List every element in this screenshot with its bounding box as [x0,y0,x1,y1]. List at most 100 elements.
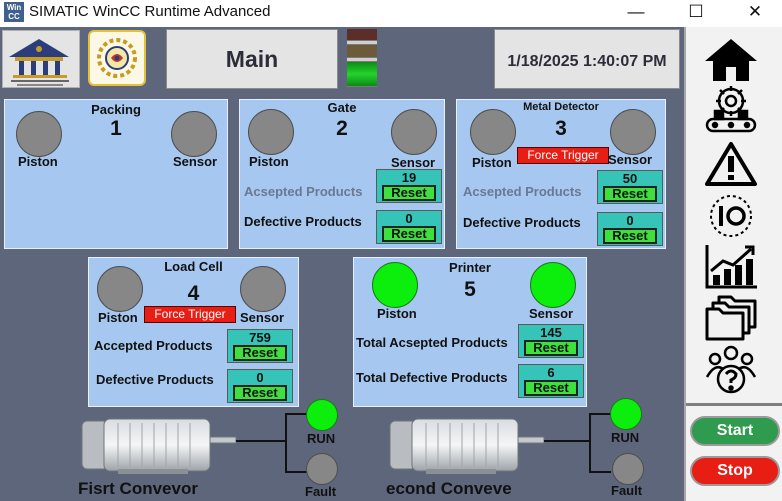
piston-indicator [97,266,143,312]
datetime-display: 1/18/2025 1:40:07 PM [507,53,667,70]
piston-label: Piston [98,310,138,325]
accepted-counter: 19 Reset [376,169,442,203]
reset-defective-button[interactable]: Reset [382,226,436,242]
wire [589,413,591,473]
start-button[interactable]: Start [690,416,780,446]
station-load-cell: Load Cell 4 Piston Force Trigger Sensor … [88,257,299,407]
piston-indicator [470,109,516,155]
sensor-label: Sensor [529,306,574,321]
wire [589,471,611,473]
department-logo [88,30,146,86]
accepted-products-label: Accepted Products [94,338,213,353]
defective-products-label: Defective Products [244,214,362,229]
station-printer: Printer 5 Piston Sensor Total Acsepted P… [353,257,587,407]
sensor-indicator [391,109,437,155]
reset-accepted-button[interactable]: Reset [603,186,657,202]
screen-title: Main [225,46,279,72]
wire [544,440,590,442]
piston-label: Piston [249,154,289,169]
defective-products-label: Defective Products [96,372,214,387]
wire [589,413,611,415]
second-conveyor-run-label: RUN [611,430,640,445]
defective-value: 6 [547,365,555,380]
sensor-label: Sensor [391,155,436,170]
reset-defective-button[interactable]: Reset [524,380,578,396]
piston-label: Piston [377,306,417,321]
first-conveyor-run-indicator [306,399,338,431]
force-trigger-button[interactable]: Force Trigger [144,306,236,323]
gear-emblem-icon [97,38,137,78]
wire [236,440,286,442]
accepted-counter: 759 Reset [227,329,293,363]
window-titlebar: Win CC SIMATIC WinCC Runtime Advanced — … [0,0,782,26]
reset-accepted-button[interactable]: Reset [382,185,436,201]
accepted-value: 50 [622,171,638,186]
piston-label: Piston [18,154,58,169]
wincc-app-icon: Win CC [4,2,24,22]
wire [285,471,307,473]
wire [285,413,287,473]
screen-title-box: Main [166,29,338,89]
reset-accepted-button[interactable]: Reset [233,345,287,361]
sensor-label: Sensor [608,152,653,167]
close-button[interactable]: ✕ [735,1,775,23]
defective-counter: 0 Reset [227,369,293,403]
accepted-value: 145 [540,325,562,340]
defective-counter: 0 Reset [597,212,663,246]
piston-indicator [16,111,62,157]
app-icon-text-2: CC [8,12,20,21]
accepted-value: 19 [401,170,417,185]
signal-tower-icon [347,29,377,87]
window-title: SIMATIC WinCC Runtime Advanced [29,3,271,20]
accepted-products-label: Acsepted Products [463,184,582,199]
defective-value: 0 [405,211,413,226]
sensor-label: Sensor [173,154,218,169]
io-icon[interactable] [700,191,762,241]
accepted-products-label: Acsepted Products [244,184,363,199]
first-conveyor-run-label: RUN [307,431,336,446]
force-trigger-button[interactable]: Force Trigger [517,147,609,164]
defective-products-label: Defective Products [463,215,581,230]
datetime-box: 1/18/2025 1:40:07 PM [494,29,680,89]
reset-defective-button[interactable]: Reset [603,228,657,244]
sensor-indicator [610,109,656,155]
second-conveyor-fault-label: Fault [611,483,643,498]
station-packing: Packing 1 Piston Sensor [4,99,228,249]
minimize-button[interactable]: — [616,1,656,23]
panel-divider [686,403,782,406]
home-icon[interactable] [700,35,762,85]
second-conveyor-motor-icon [386,415,546,475]
users-help-icon[interactable] [700,345,762,395]
accepted-value: 759 [249,330,271,345]
second-conveyor-label: econd Conveve [386,479,512,498]
hmi-screen: Main 1/18/2025 1:40:07 PM Packing 1 Pist… [0,27,782,501]
defective-counter: 6 Reset [518,364,584,398]
reset-accepted-button[interactable]: Reset [524,340,578,356]
sensor-indicator [171,111,217,157]
stop-button[interactable]: Stop [690,456,780,486]
defective-value: 0 [256,370,264,385]
first-conveyor-fault-label: Fault [305,484,337,499]
defective-value: 0 [626,213,634,228]
wire [285,413,307,415]
first-conveyor-label: Fisrt Convevor [78,479,198,498]
accepted-products-label: Total Acsepted Products [356,335,508,350]
piston-label: Piston [472,155,512,170]
navigation-panel: Start Stop [684,27,782,501]
university-logo [2,30,80,88]
reset-defective-button[interactable]: Reset [233,385,287,401]
app-icon-text-1: Win [6,3,22,12]
folders-icon[interactable] [700,293,762,343]
piston-indicator [248,109,294,155]
second-conveyor-run-indicator [610,398,642,430]
defective-products-label: Total Defective Products [356,370,508,385]
production-line-icon[interactable] [700,85,762,135]
defective-counter: 0 Reset [376,210,442,244]
maximize-button[interactable]: ☐ [676,1,716,23]
piston-indicator [372,262,418,308]
sensor-label: Sensor [240,310,285,325]
trend-chart-icon[interactable] [700,241,762,291]
sensor-indicator [240,266,286,312]
first-conveyor-fault-indicator [306,453,338,485]
alarm-warning-icon[interactable] [700,139,762,189]
